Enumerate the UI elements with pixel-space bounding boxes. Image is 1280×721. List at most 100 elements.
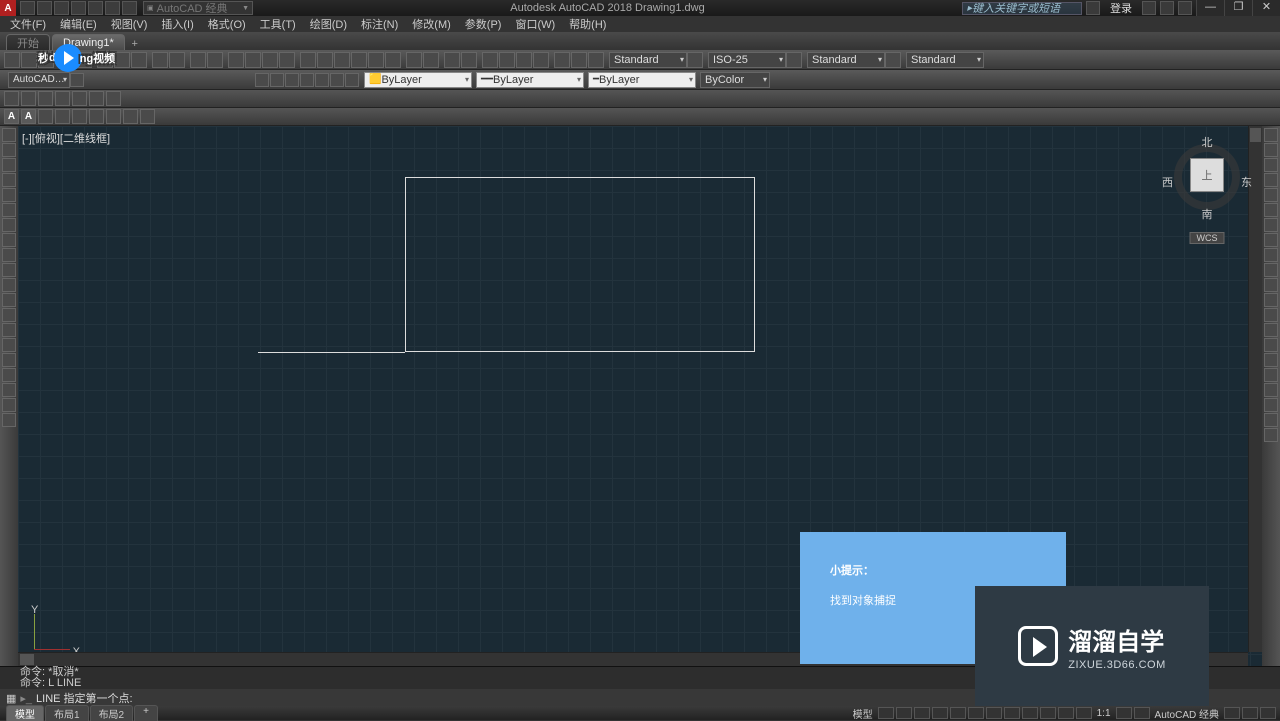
ellipsearc-icon[interactable] xyxy=(2,278,16,292)
menu-edit[interactable]: 编辑(E) xyxy=(60,16,97,32)
scale-icon[interactable] xyxy=(1264,233,1278,247)
st5-icon[interactable] xyxy=(72,91,87,106)
copy-icon[interactable] xyxy=(1264,143,1278,157)
rectangle-icon[interactable] xyxy=(2,188,16,202)
sb-otrack-icon[interactable] xyxy=(1004,707,1020,719)
sb-trans-icon[interactable] xyxy=(1040,707,1056,719)
circle-icon[interactable] xyxy=(2,218,16,232)
ws-combo[interactable]: AutoCAD…▾ xyxy=(8,72,70,88)
tablestyle-icon[interactable] xyxy=(885,52,901,68)
move-icon[interactable] xyxy=(1264,203,1278,217)
layer-combo[interactable]: 🟨 ByLayer▾ xyxy=(364,72,472,88)
tzoomprev-icon[interactable] xyxy=(279,52,295,68)
pline-icon[interactable] xyxy=(2,158,16,172)
tzoomwin-icon[interactable] xyxy=(262,52,278,68)
tcalc-icon[interactable] xyxy=(385,52,401,68)
layer-props-icon[interactable] xyxy=(255,73,269,87)
tundo-icon[interactable] xyxy=(190,52,206,68)
sb-hw-icon[interactable] xyxy=(1224,707,1240,719)
menu-insert[interactable]: 插入(I) xyxy=(161,16,193,32)
st4-icon[interactable] xyxy=(55,91,70,106)
tab-model[interactable]: 模型 xyxy=(6,705,44,721)
makeblock-icon[interactable] xyxy=(2,308,16,322)
hatch-icon[interactable] xyxy=(2,338,16,352)
table-icon[interactable] xyxy=(2,383,16,397)
rotate-icon[interactable] xyxy=(1264,218,1278,232)
break-icon[interactable] xyxy=(1264,293,1278,307)
sb-custom-icon[interactable] xyxy=(1260,707,1276,719)
ttable-icon[interactable] xyxy=(554,52,570,68)
sb-osnap-icon[interactable] xyxy=(968,707,984,719)
st11-icon[interactable] xyxy=(89,109,104,124)
menu-tools[interactable]: 工具(T) xyxy=(260,16,296,32)
sync-icon[interactable] xyxy=(1264,413,1278,427)
st10-icon[interactable] xyxy=(72,109,87,124)
textstyle-combo[interactable]: Standard▾ xyxy=(609,52,687,68)
tblock-icon[interactable] xyxy=(169,52,185,68)
menu-help[interactable]: 帮助(H) xyxy=(569,16,606,32)
menu-modify[interactable]: 修改(M) xyxy=(412,16,451,32)
menu-parametric[interactable]: 参数(P) xyxy=(465,16,502,32)
st3-icon[interactable] xyxy=(38,91,53,106)
viewcube[interactable]: 北 南 西 东 上 WCS xyxy=(1162,134,1252,244)
viewcube-south[interactable]: 南 xyxy=(1202,206,1213,222)
insert-icon[interactable] xyxy=(2,293,16,307)
align-icon[interactable] xyxy=(1264,398,1278,412)
sb-ratio[interactable]: 1:1 xyxy=(1094,708,1114,719)
login-link[interactable]: 登录 xyxy=(1110,0,1132,16)
sb-anno-icon[interactable] xyxy=(1076,707,1092,719)
qat-save-icon[interactable] xyxy=(54,1,69,15)
st1-icon[interactable] xyxy=(4,91,19,106)
keyword-search[interactable]: ▸ 键入关键字或短语 xyxy=(962,2,1082,15)
array-icon[interactable] xyxy=(1264,188,1278,202)
viewcube-wcs[interactable]: WCS xyxy=(1190,232,1225,244)
topen-icon[interactable] xyxy=(21,52,37,68)
draworder-icon[interactable] xyxy=(1264,383,1278,397)
viewcube-west[interactable]: 西 xyxy=(1162,174,1173,190)
st8-icon[interactable] xyxy=(38,109,53,124)
sb-iso-icon[interactable] xyxy=(950,707,966,719)
polygon-icon[interactable] xyxy=(2,173,16,187)
twindow-icon[interactable] xyxy=(482,52,498,68)
mtext-icon[interactable]: A xyxy=(4,109,19,124)
menu-view[interactable]: 视图(V) xyxy=(111,16,148,32)
join-icon[interactable] xyxy=(1264,308,1278,322)
st13-icon[interactable] xyxy=(123,109,138,124)
sb-plus-icon[interactable] xyxy=(1134,707,1150,719)
stretch-icon[interactable] xyxy=(1264,248,1278,262)
mleaderstyle-combo[interactable]: Standard▾ xyxy=(906,52,984,68)
extend-icon[interactable] xyxy=(1264,278,1278,292)
tab-new[interactable]: + xyxy=(127,38,143,50)
tselect-icon[interactable] xyxy=(423,52,439,68)
menu-draw[interactable]: 绘图(D) xyxy=(310,16,347,32)
menu-format[interactable]: 格式(O) xyxy=(208,16,246,32)
tzoom-icon[interactable] xyxy=(245,52,261,68)
sb-workspace[interactable]: AutoCAD 经典 xyxy=(1152,706,1222,721)
maximize-button[interactable]: ❐ xyxy=(1224,0,1252,16)
dimstyle-icon[interactable] xyxy=(786,52,802,68)
trim-icon[interactable] xyxy=(1264,263,1278,277)
erase-icon[interactable] xyxy=(1264,128,1278,142)
sb-gear-icon[interactable] xyxy=(1116,707,1132,719)
mirror-icon[interactable] xyxy=(1264,158,1278,172)
textstyle-icon[interactable] xyxy=(687,52,703,68)
layer-match-icon[interactable] xyxy=(345,73,359,87)
chamfer-icon[interactable] xyxy=(1264,323,1278,337)
workspace-dropdown[interactable]: ▣AutoCAD 经典▼ xyxy=(143,1,253,15)
tredo2-icon[interactable] xyxy=(461,52,477,68)
xline-icon[interactable] xyxy=(2,143,16,157)
tab-layout1[interactable]: 布局1 xyxy=(45,705,89,721)
sb-cycle-icon[interactable] xyxy=(1058,707,1074,719)
sb-model[interactable]: 模型 xyxy=(850,706,876,721)
sb-snap-icon[interactable] xyxy=(896,707,912,719)
ttoolpal-icon[interactable] xyxy=(334,52,350,68)
sb-3dosnap-icon[interactable] xyxy=(986,707,1002,719)
layer-iso-icon[interactable] xyxy=(285,73,299,87)
st7-icon[interactable] xyxy=(106,91,121,106)
ttileh-icon[interactable] xyxy=(516,52,532,68)
spline-icon[interactable] xyxy=(2,248,16,262)
purge-icon[interactable] xyxy=(1264,428,1278,442)
fillet-icon[interactable] xyxy=(1264,338,1278,352)
tpan-icon[interactable] xyxy=(228,52,244,68)
viewport-label[interactable]: [-][俯视][二维线框] xyxy=(22,130,110,146)
